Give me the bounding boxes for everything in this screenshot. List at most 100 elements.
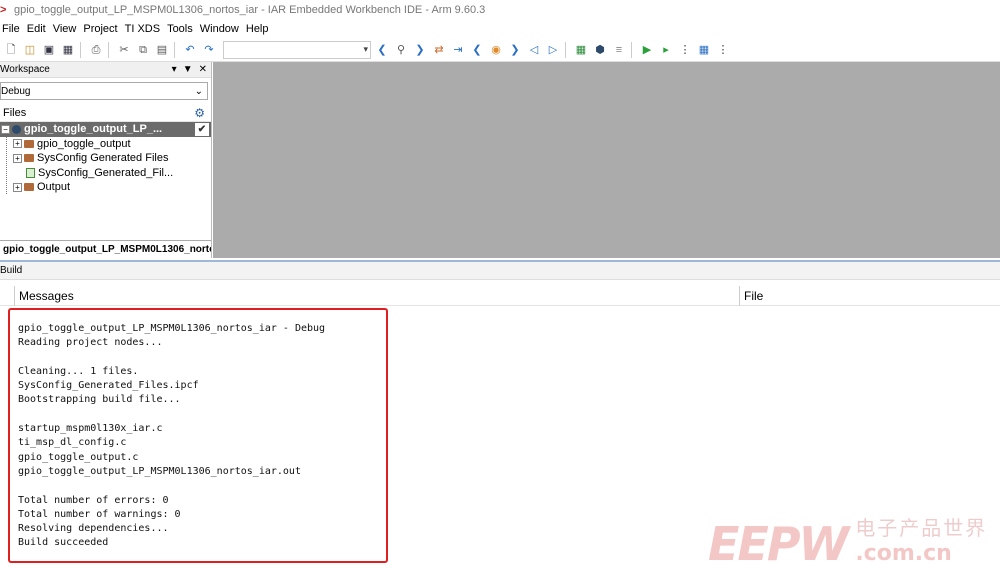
watermark-cn-text: 电子产品世界 <box>855 518 988 540</box>
tree-item-project[interactable]: − gpio_toggle_output_LP_... ✔ <box>0 122 211 137</box>
file-tree: − gpio_toggle_output_LP_... ✔ + gpio_tog… <box>0 122 211 195</box>
close-icon[interactable]: ✕ <box>199 64 207 75</box>
watermark-domain: .com.cn <box>855 541 952 566</box>
workspace-title: Workspace <box>0 64 50 75</box>
stop-build-icon[interactable]: ≡ <box>611 42 627 58</box>
collapse-icon[interactable]: − <box>1 124 10 134</box>
expand-icon[interactable]: + <box>13 153 22 163</box>
workspace-panel: Workspace ▾ ▼ ✕ Debug ⌄ Files ⚙ − gpio_t… <box>0 62 212 258</box>
build-panel-title: Build <box>0 262 1000 280</box>
log-line: Build succeeded <box>18 537 109 549</box>
save-all-icon[interactable]: ▦ <box>60 42 76 58</box>
log-line: startup_mspm0l130x_iar.c <box>18 423 163 435</box>
column-header-file[interactable]: File <box>744 289 763 303</box>
folder-icon <box>24 154 34 163</box>
prev-bookmark-icon[interactable]: ◁ <box>526 42 542 58</box>
bookmark-icon[interactable]: ◉ <box>488 42 504 58</box>
gear-icon[interactable]: ⚙ <box>194 106 205 120</box>
nav-forward-icon[interactable]: ❯ <box>507 42 523 58</box>
workspace-tab[interactable]: gpio_toggle_output_LP_MSPM0L1306_norto <box>0 240 211 258</box>
toolbar-overflow-icon[interactable]: ⋮ <box>677 42 693 58</box>
menu-file[interactable]: File <box>2 23 27 35</box>
replace-icon[interactable]: ⇄ <box>431 42 447 58</box>
save-icon[interactable]: ▣ <box>41 42 57 58</box>
toolbar-separator <box>108 41 109 58</box>
folder-icon <box>24 139 34 148</box>
tree-item-label: Output <box>37 181 71 194</box>
tree-item-folder[interactable]: + SysConfig Generated Files <box>0 151 211 166</box>
configuration-select[interactable]: Debug ⌄ <box>0 82 208 100</box>
find-previous-icon[interactable]: ❮ <box>374 42 390 58</box>
search-icon[interactable]: ⚲ <box>393 42 409 58</box>
toolbar-separator <box>80 41 81 58</box>
find-combo[interactable]: ▾ <box>223 40 371 59</box>
menu-window[interactable]: Window <box>200 23 246 35</box>
tree-item-file[interactable]: SysConfig_Generated_Fil... <box>0 166 211 181</box>
expand-icon[interactable]: + <box>13 139 22 149</box>
nav-back-icon[interactable]: ❮ <box>469 42 485 58</box>
find-next-icon[interactable]: ❯ <box>412 42 428 58</box>
configuration-value: Debug <box>1 85 31 97</box>
go-to-icon[interactable]: ⇥ <box>450 42 466 58</box>
undo-icon[interactable]: ↶ <box>182 42 198 58</box>
workspace-header-buttons: ▾ ▼ ✕ <box>172 64 207 75</box>
log-line: Total number of errors: 0 <box>18 494 169 506</box>
column-header-messages[interactable]: Messages <box>19 289 74 303</box>
watermark-logo: EEPW <box>708 517 849 566</box>
dropdown-icon[interactable]: ▾ <box>172 64 177 75</box>
toolbar-separator <box>631 41 632 58</box>
menu-view[interactable]: View <box>53 23 84 35</box>
folder-icon <box>24 183 34 192</box>
next-bookmark-icon[interactable]: ▷ <box>545 42 561 58</box>
toolbar-separator <box>565 41 566 58</box>
tree-item-label: gpio_toggle_output_LP_... <box>24 123 163 136</box>
files-label: Files <box>3 106 27 119</box>
log-line: ti_msp_dl_config.c <box>18 437 127 449</box>
menu-help[interactable]: Help <box>246 23 276 35</box>
menu-ti-xds[interactable]: TI XDS <box>125 23 167 35</box>
log-line: Resolving dependencies... <box>18 523 169 535</box>
project-icon <box>12 124 21 134</box>
workspace-header: Workspace ▾ ▼ ✕ <box>0 62 211 78</box>
toolbar-overflow-icon[interactable]: ⋮ <box>715 42 731 58</box>
menu-tools[interactable]: Tools <box>167 23 200 35</box>
log-line: gpio_toggle_output_LP_MSPM0L1306_nortos_… <box>18 465 301 477</box>
compile-icon[interactable]: ▦ <box>573 42 589 58</box>
document-icon <box>26 167 35 178</box>
menu-project[interactable]: Project <box>83 23 124 35</box>
paste-icon[interactable]: ▤ <box>154 42 170 58</box>
chevron-down-icon[interactable]: ▾ <box>363 44 368 55</box>
title-bar: > gpio_toggle_output_LP_MSPM0L1306_norto… <box>0 0 1000 20</box>
debug-no-download-icon[interactable]: ▸ <box>658 42 674 58</box>
copy-icon[interactable]: ⧉ <box>135 42 151 58</box>
layout-icon[interactable]: ▦ <box>696 42 712 58</box>
redo-icon[interactable]: ↷ <box>201 42 217 58</box>
pin-icon[interactable]: ▼ <box>183 64 193 75</box>
log-line: Total number of warnings: 0 <box>18 508 181 520</box>
column-divider[interactable] <box>739 286 740 306</box>
log-line: Cleaning... 1 files. <box>18 365 139 377</box>
iar-app-icon: > <box>0 4 7 16</box>
open-folder-icon[interactable]: ◫ <box>22 42 38 58</box>
new-file-icon[interactable]: 🗋 <box>3 42 19 58</box>
expand-icon[interactable]: + <box>13 182 22 192</box>
tree-item-folder[interactable]: + gpio_toggle_output <box>0 137 211 152</box>
download-debug-icon[interactable]: ▶ <box>639 42 655 58</box>
toolbar-separator <box>174 41 175 58</box>
log-line: Reading project nodes... <box>18 337 163 349</box>
cut-icon[interactable]: ✂ <box>116 42 132 58</box>
log-line: gpio_toggle_output.c <box>18 451 139 463</box>
log-line: Bootstrapping build file... <box>18 394 181 406</box>
tree-item-label: SysConfig Generated Files <box>37 152 169 165</box>
tree-item-folder[interactable]: + Output <box>0 180 211 195</box>
log-line: gpio_toggle_output_LP_MSPM0L1306_nortos_… <box>18 323 326 334</box>
print-icon[interactable]: ⎙ <box>88 42 104 58</box>
chevron-down-icon[interactable]: ⌄ <box>195 86 203 97</box>
make-icon[interactable]: ⬢ <box>592 42 608 58</box>
eepw-watermark: EEPW 电子产品世界 .com.cn <box>708 512 987 566</box>
editor-area <box>213 62 1000 258</box>
menu-edit[interactable]: Edit <box>27 23 53 35</box>
build-columns-header: Messages File <box>0 286 1000 306</box>
